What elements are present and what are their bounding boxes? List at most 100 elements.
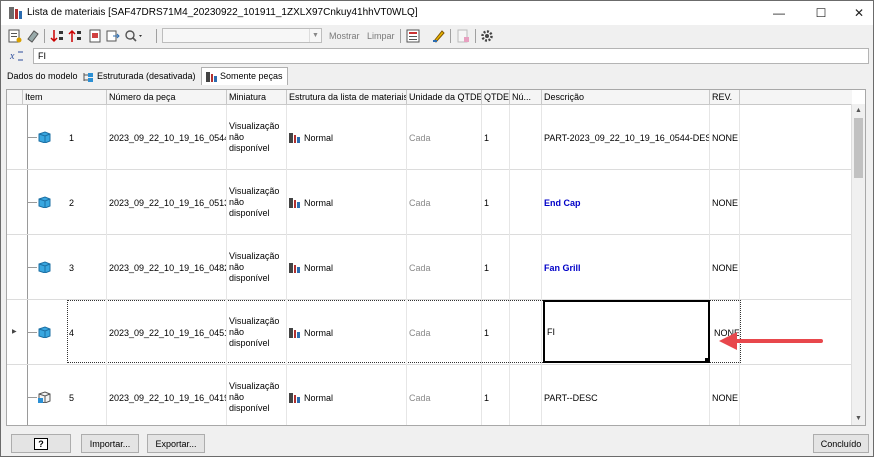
cell-number: [510, 235, 542, 300]
chevron-down-icon[interactable]: ▼: [309, 29, 321, 42]
cell-unit: Cada: [407, 365, 482, 425]
tools-icon: [457, 29, 469, 43]
scroll-thumb[interactable]: [854, 118, 863, 178]
open-file-icon: [89, 29, 101, 43]
cell-structure: Normal: [287, 365, 407, 425]
description-text: End Cap: [544, 197, 581, 208]
close-icon: ✕: [853, 6, 865, 20]
description-edit-cell[interactable]: FI: [543, 300, 710, 363]
column-header-part-number[interactable]: Número da peça: [107, 90, 227, 105]
find-icon: [125, 30, 142, 42]
cell-qty: 1: [482, 365, 510, 425]
cell-unit: Cada: [407, 235, 482, 300]
cell-qty: 1: [482, 105, 510, 170]
cell-thumbnail: Visualização não disponível: [227, 170, 287, 235]
description-edit-text[interactable]: FI: [545, 302, 708, 361]
window-title: Lista de materiais [SAF47DRS71M4_2023092…: [27, 7, 418, 18]
export-list-button[interactable]: Exportar...: [147, 434, 205, 453]
table-row[interactable]: 2 2023_09_22_10_19_16_0513 Visualização …: [7, 170, 852, 235]
scroll-down-icon[interactable]: ▼: [852, 412, 865, 425]
cell-thumbnail: Visualização não disponível: [227, 105, 287, 170]
column-header-number[interactable]: Nú...: [510, 90, 542, 105]
part-list-button[interactable]: [405, 28, 421, 44]
done-button[interactable]: Concluído: [813, 434, 869, 453]
tab-structured[interactable]: Estruturada (desativada): [79, 69, 200, 84]
column-header-unit[interactable]: Unidade da QTDE: [407, 90, 482, 105]
cell-qty: 1: [482, 300, 510, 365]
cell-description[interactable]: PART-2023_09_22_10_19_16_0544-DESC: [542, 105, 710, 170]
description-text: Fan Grill: [544, 262, 581, 273]
tab-label: Dados do modelo: [7, 71, 78, 81]
cell-rev: NONE: [710, 105, 740, 170]
cell-description[interactable]: End Cap: [542, 170, 710, 235]
settings-button[interactable]: [479, 28, 495, 44]
help-button[interactable]: ?: [11, 434, 71, 453]
tab-parts-only[interactable]: Somente peças: [201, 67, 288, 85]
cell-structure: Normal: [287, 170, 407, 235]
column-header-rev[interactable]: REV.: [710, 90, 740, 105]
structured-icon: [83, 72, 93, 82]
tools-button[interactable]: [455, 28, 471, 44]
eraser-button[interactable]: [25, 28, 41, 44]
show-button[interactable]: Mostrar: [329, 31, 360, 41]
title-bar: Lista de materiais [SAF47DRS71M4_2023092…: [1, 1, 873, 25]
maximize-icon: ☐: [815, 6, 827, 20]
import-button[interactable]: Importar...: [81, 434, 139, 453]
edit-properties-icon: [433, 30, 445, 43]
column-header-item[interactable]: Item: [23, 90, 107, 105]
cell-number: [510, 300, 542, 365]
column-header-thumbnail[interactable]: Miniatura: [227, 90, 287, 105]
structure-label: Normal: [304, 197, 334, 208]
sort-descending-icon: [50, 30, 63, 43]
bom-settings-button[interactable]: [7, 28, 23, 44]
sort-ascending-button[interactable]: [67, 28, 83, 44]
cell-qty: 1: [482, 235, 510, 300]
structure-normal-icon: [289, 197, 300, 208]
scroll-up-icon[interactable]: ▲: [852, 104, 865, 117]
vertical-scrollbar[interactable]: ▲ ▼: [851, 104, 865, 425]
close-button[interactable]: ✕: [837, 1, 874, 25]
bom-settings-icon: [8, 29, 22, 43]
table-row[interactable]: 5 2023_09_22_10_19_16_0419 Visualização …: [7, 365, 852, 425]
table-row[interactable]: 3 2023_09_22_10_19_16_0482 Visualização …: [7, 235, 852, 300]
clear-button[interactable]: Limpar: [367, 31, 395, 41]
cell-structure: Normal: [287, 105, 407, 170]
table-row[interactable]: 1 2023_09_22_10_19_16_0544 Visualização …: [7, 105, 852, 170]
minimize-icon: —: [773, 6, 785, 20]
header-row-selector[interactable]: [7, 90, 23, 105]
row-pointer-icon: ▶: [12, 329, 17, 335]
cell-rev: NONE: [710, 235, 740, 300]
structure-normal-icon: [289, 327, 300, 338]
cell-item: 3: [67, 235, 107, 300]
cell-description[interactable]: Fan Grill: [542, 235, 710, 300]
cell-description[interactable]: PART--DESC: [542, 365, 710, 425]
structure-label: Normal: [304, 262, 334, 273]
column-header-qty[interactable]: QTDE: [482, 90, 510, 105]
sort-ascending-icon: [68, 29, 81, 42]
formula-input[interactable]: FI: [33, 48, 869, 64]
sort-descending-button[interactable]: [49, 28, 65, 44]
part-link-icon: [38, 391, 51, 403]
column-header-description[interactable]: Descrição: [542, 90, 710, 105]
column-header-structure[interactable]: Estrutura da lista de materiais: [287, 90, 407, 105]
find-dropdown-button[interactable]: [123, 28, 145, 44]
cell-thumbnail: Visualização não disponível: [227, 300, 287, 365]
toolbar: ▼ Mostrar Limpar: [3, 26, 871, 46]
formula-icon[interactable]: x: [9, 49, 25, 63]
part-cube-icon: [38, 196, 51, 208]
export-button[interactable]: [105, 28, 121, 44]
parts-only-icon: [206, 71, 217, 82]
filter-combo[interactable]: ▼: [162, 28, 322, 43]
tab-model-data[interactable]: Dados do modelo: [3, 69, 82, 84]
minimize-button[interactable]: —: [757, 1, 801, 25]
fill-handle[interactable]: [705, 358, 710, 363]
open-file-button[interactable]: [87, 28, 103, 44]
cell-structure: Normal: [287, 300, 407, 365]
cell-unit: Cada: [407, 170, 482, 235]
structure-label: Normal: [304, 392, 334, 403]
edit-properties-button[interactable]: [431, 28, 447, 44]
callout-arrow-icon: [719, 332, 823, 350]
help-icon: ?: [34, 437, 48, 450]
part-list-icon: [406, 29, 420, 43]
cell-unit: Cada: [407, 300, 482, 365]
